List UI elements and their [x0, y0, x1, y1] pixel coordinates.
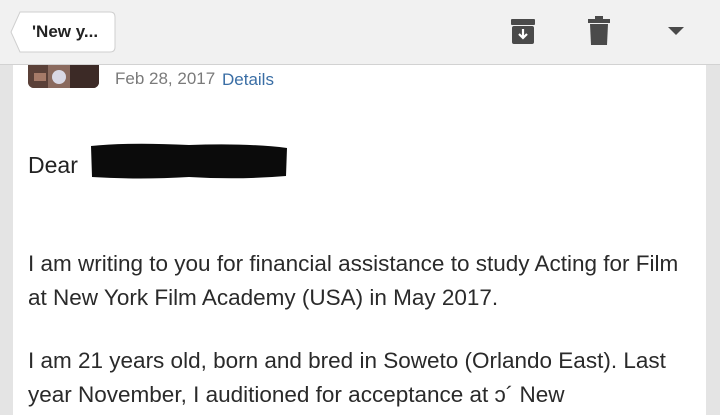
- redaction-mark: [91, 143, 287, 179]
- sender-avatar: [28, 65, 99, 88]
- avatar-photo: [28, 65, 99, 88]
- message-paragraph: I am writing to you for financial assist…: [28, 251, 679, 310]
- message-date: Feb 28, 2017: [115, 69, 216, 88]
- message-paragraph: I am 21 years old, born and bred in Sowe…: [28, 348, 666, 407]
- back-button-label: 'New y...: [32, 22, 99, 41]
- trash-icon[interactable]: [587, 16, 611, 46]
- top-toolbar: 'New y...: [0, 0, 720, 65]
- back-button[interactable]: 'New y...: [10, 11, 116, 53]
- archive-icon[interactable]: [510, 16, 536, 46]
- greeting: Dear: [28, 152, 78, 178]
- details-link[interactable]: Details: [222, 70, 274, 90]
- email-message: Feb 28, 2017 Details Dear I am writing t…: [13, 65, 706, 415]
- chevron-down-icon[interactable]: [667, 26, 685, 36]
